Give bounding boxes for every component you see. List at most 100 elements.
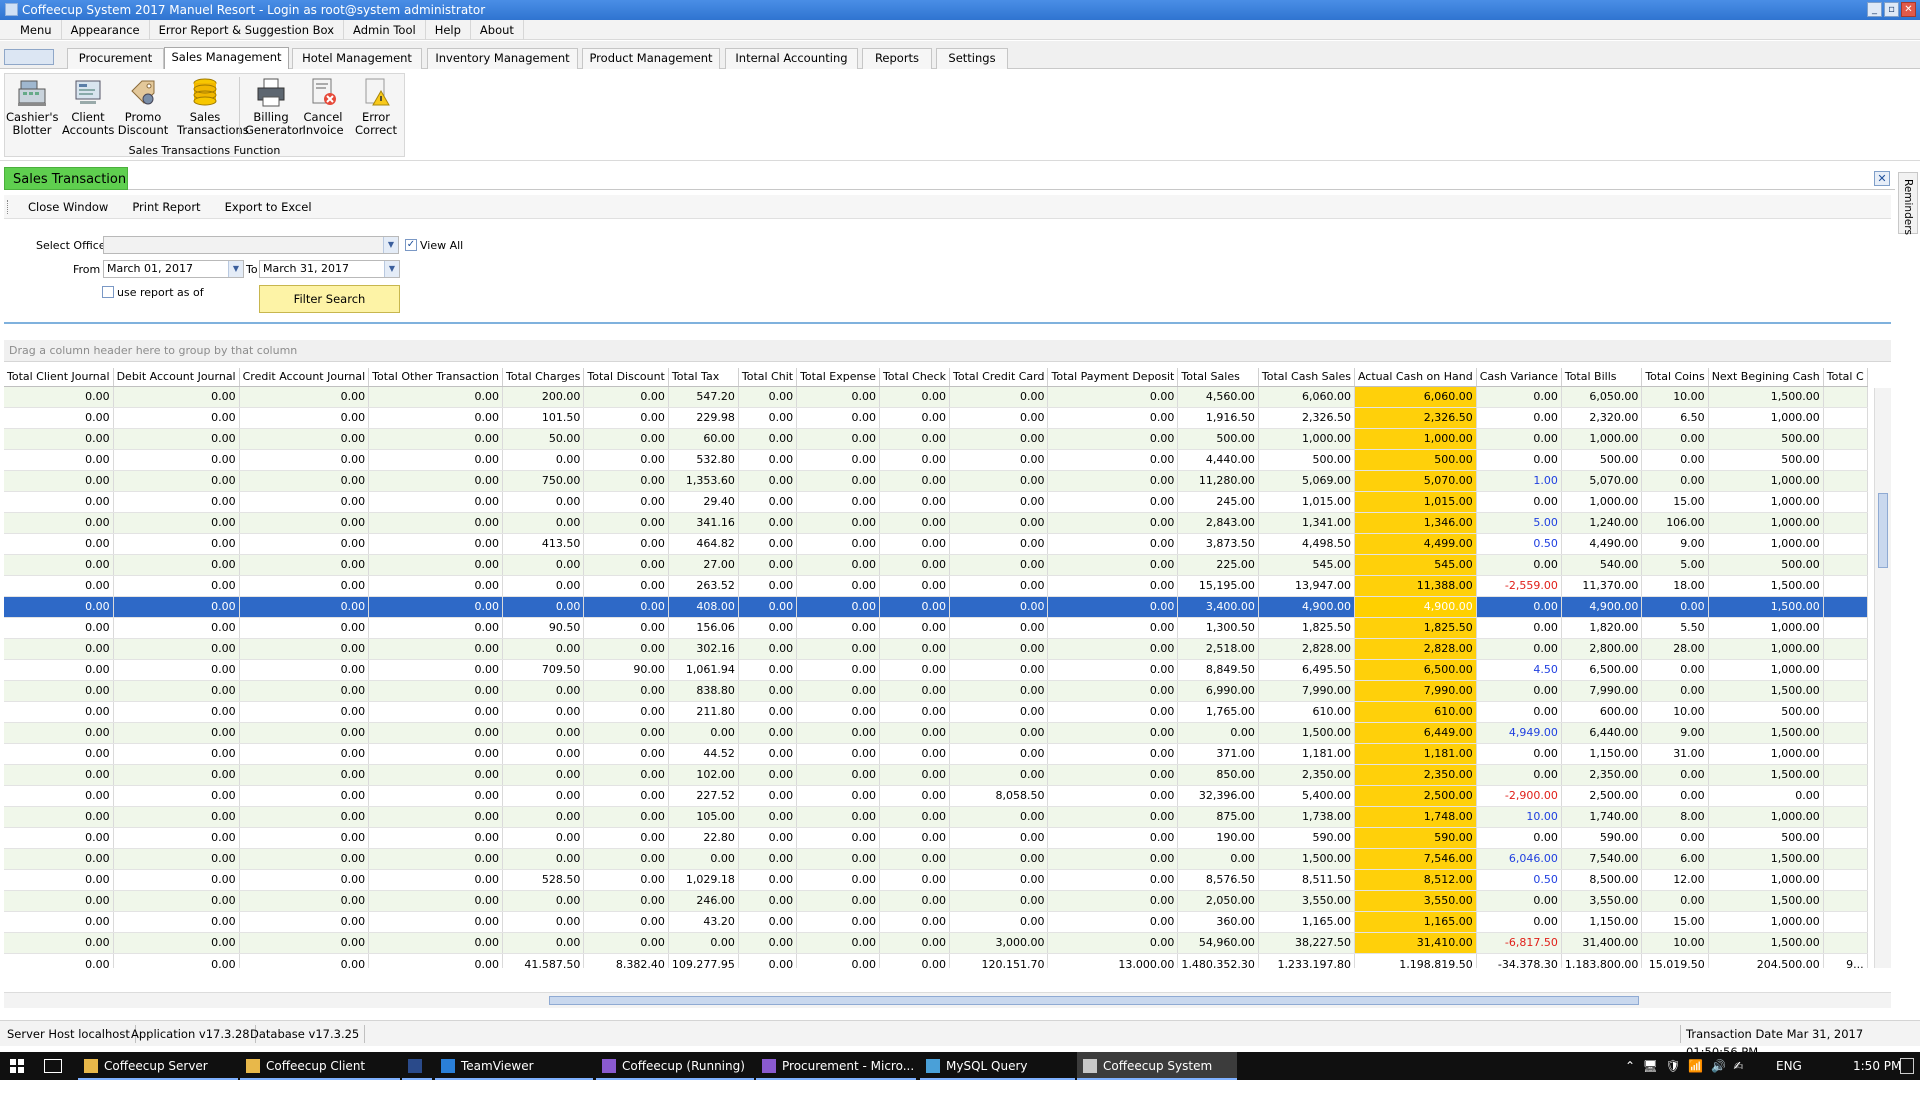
tab-hotel-management[interactable]: Hotel Management	[292, 48, 422, 69]
column-header[interactable]: Total Discount	[583, 368, 669, 387]
error-correct-button[interactable]: Error Correct	[350, 75, 402, 147]
scroll-thumb[interactable]	[1878, 493, 1888, 568]
menu-item-appearance[interactable]: Appearance	[62, 19, 150, 40]
clock[interactable]: 1:50 PM	[1853, 1052, 1901, 1080]
table-row[interactable]: 0.00 0.00 0.00 0.00 413.50 0.00 464.82 0.00 0.00…	[4, 533, 1868, 555]
table-row[interactable]: 0.00 0.00 0.00 0.00 0.00 0.00 408.00 0.00 0.00 0.…	[4, 596, 1868, 618]
taskbar-item[interactable]: MySQL Query Browser	[920, 1052, 1075, 1101]
taskbar-item[interactable]: Coffeecup Client	[240, 1052, 400, 1080]
table-row[interactable]: 0.00 0.00 0.00 0.00 0.00 0.00 302.16 0.00 0.00 0.…	[4, 638, 1868, 660]
tab-reports[interactable]: Reports	[862, 48, 932, 69]
column-header[interactable]: Total Bills	[1561, 368, 1643, 387]
close-pane-icon[interactable]: ✕	[1874, 171, 1890, 186]
taskbar-item[interactable]	[402, 1052, 432, 1080]
tray-icons[interactable]: ⌃ 🖥 🛡 📶 🔊 ✍	[1625, 1052, 1744, 1080]
menu-item-about[interactable]: About	[471, 19, 524, 40]
sales-transaction-tab[interactable]: Sales Transaction	[4, 167, 128, 190]
billing-generator-button[interactable]: Billing Generator	[245, 75, 303, 147]
vertical-scrollbar[interactable]	[1874, 388, 1891, 968]
column-header[interactable]: Total Tax	[668, 368, 739, 387]
to-date-picker[interactable]: March 31, 2017 ▼	[259, 260, 400, 278]
maximize-button[interactable]: ▫	[1884, 2, 1899, 17]
column-header[interactable]: Actual Cash on Hand	[1354, 368, 1477, 387]
chevron-down-icon[interactable]: ▼	[383, 237, 398, 253]
close-window-button[interactable]: ✕	[1901, 2, 1916, 17]
column-header[interactable]: Credit Account Journal	[239, 368, 370, 387]
taskbar-item[interactable]: Coffeecup System 20...	[1077, 1052, 1237, 1101]
sales-transactions-button[interactable]: Sales Transactions	[177, 75, 249, 147]
column-header[interactable]: Total Expense	[796, 368, 880, 387]
scroll-thumb[interactable]	[549, 996, 1639, 1005]
table-row[interactable]: 0.00 0.00 0.00 0.00 750.00 0.00 1,353.60 0.00 0.…	[4, 470, 1868, 492]
table-row[interactable]: 0.00 0.00 0.00 0.00 0.00 0.00 43.20 0.00 0.00 0.0…	[4, 911, 1868, 933]
use-report-checkbox[interactable]	[102, 286, 114, 298]
table-row[interactable]: 0.00 0.00 0.00 0.00 0.00 0.00 838.80 0.00 0.00 0.…	[4, 680, 1868, 702]
table-row[interactable]: 0.00 0.00 0.00 0.00 50.00 0.00 60.00 0.00 0.00 0.…	[4, 428, 1868, 450]
table-row[interactable]: 0.00 0.00 0.00 0.00 101.50 0.00 229.98 0.00 0.00…	[4, 407, 1868, 429]
column-header[interactable]: Next Begining Cash	[1708, 368, 1824, 387]
cashiers-blotter-button[interactable]: Cashier's Blotter	[6, 75, 59, 147]
table-row[interactable]: 0.00 0.00 0.00 0.00 0.00 0.00 341.16 0.00 0.00 0.…	[4, 512, 1868, 534]
column-header[interactable]: Total Other Transaction	[368, 368, 503, 387]
table-row[interactable]: 0.00 0.00 0.00 0.00 709.50 90.00 1,061.94 0.00 0…	[4, 659, 1868, 681]
tab-inventory-management[interactable]: Inventory Management	[427, 48, 578, 69]
print-report-button[interactable]: Print Report	[120, 200, 212, 214]
view-all-checkbox[interactable]	[405, 239, 417, 251]
menu-item-menu[interactable]: Menu	[0, 19, 62, 40]
taskbar-item[interactable]: TeamViewer	[435, 1052, 593, 1080]
promo-discount-button[interactable]: Promo Discount	[117, 75, 169, 147]
column-header[interactable]: Total C	[1823, 368, 1868, 387]
column-header[interactable]: Total Charges	[502, 368, 585, 387]
taskbar-item[interactable]: Coffeecup (Running) ...	[596, 1052, 754, 1101]
column-header[interactable]: Total Cash Sales	[1258, 368, 1355, 387]
tab-sales-management[interactable]: Sales Management	[164, 47, 289, 70]
office-select[interactable]: ▼	[103, 236, 399, 254]
table-row[interactable]: 0.00 0.00 0.00 0.00 0.00 0.00 263.52 0.00 0.00 0.…	[4, 575, 1868, 597]
menu-item-error-report[interactable]: Error Report & Suggestion Box	[150, 19, 345, 40]
table-row[interactable]: 0.00 0.00 0.00 0.00 0.00 0.00 105.00 0.00 0.00 0.…	[4, 806, 1868, 828]
quick-access-toolbar[interactable]	[4, 49, 54, 65]
calendar-dropdown-icon[interactable]: ▼	[384, 261, 399, 277]
table-row[interactable]: 0.00 0.00 0.00 0.00 0.00 0.00 44.52 0.00 0.00 0.0…	[4, 743, 1868, 765]
tab-product-management[interactable]: Product Management	[582, 48, 720, 69]
tab-settings[interactable]: Settings	[936, 48, 1008, 69]
column-header[interactable]: Cash Variance	[1476, 368, 1562, 387]
client-accounts-button[interactable]: Client Accounts	[62, 75, 114, 147]
cancel-invoice-button[interactable]: Cancel Invoice	[297, 75, 349, 147]
notification-icon[interactable]	[1900, 1058, 1914, 1074]
minimize-button[interactable]: _	[1867, 2, 1882, 17]
column-header[interactable]: Total Coins	[1641, 368, 1709, 387]
reminders-panel-tab[interactable]: Reminders	[1898, 172, 1918, 235]
menu-item-help[interactable]: Help	[426, 19, 471, 40]
menu-item-admin-tool[interactable]: Admin Tool	[344, 19, 426, 40]
close-window-button[interactable]: Close Window	[16, 200, 120, 214]
calendar-dropdown-icon[interactable]: ▼	[228, 261, 243, 277]
column-header[interactable]: Total Sales	[1177, 368, 1259, 387]
language-indicator[interactable]: ENG	[1776, 1052, 1802, 1080]
column-header[interactable]: Debit Account Journal	[113, 368, 240, 387]
table-row[interactable]: 0.00 0.00 0.00 0.00 0.00 0.00 246.00 0.00 0.00 0.…	[4, 890, 1868, 912]
table-row[interactable]: 0.00 0.00 0.00 0.00 0.00 0.00 22.80 0.00 0.00 0.0…	[4, 827, 1868, 849]
task-view-icon[interactable]	[44, 1059, 62, 1073]
table-row[interactable]: 0.00 0.00 0.00 0.00 0.00 0.00 29.40 0.00 0.00 0.0…	[4, 491, 1868, 513]
table-row[interactable]: 0.00 0.00 0.00 0.00 90.50 0.00 156.06 0.00 0.00 0…	[4, 617, 1868, 639]
taskbar-item[interactable]: Procurement - Micro...	[756, 1052, 916, 1080]
column-header[interactable]: Total Client Journal	[4, 368, 114, 387]
filter-search-button[interactable]: Filter Search	[259, 285, 400, 313]
table-row[interactable]: 0.00 0.00 0.00 0.00 0.00 0.00 211.80 0.00 0.00 0.…	[4, 701, 1868, 723]
tab-internal-accounting[interactable]: Internal Accounting	[725, 48, 858, 69]
table-row[interactable]: 0.00 0.00 0.00 0.00 0.00 0.00 532.80 0.00 0.00 0.…	[4, 449, 1868, 471]
table-row[interactable]: 0.00 0.00 0.00 0.00 0.00 0.00 27.00 0.00 0.00 0.0…	[4, 554, 1868, 576]
windows-start-icon[interactable]	[10, 1059, 24, 1073]
export-to-excel-button[interactable]: Export to Excel	[213, 200, 324, 214]
table-row[interactable]: 0.00 0.00 0.00 0.00 528.50 0.00 1,029.18 0.00 0.…	[4, 869, 1868, 891]
tab-procurement[interactable]: Procurement	[67, 48, 164, 69]
column-header[interactable]: Total Chit	[738, 368, 798, 387]
column-header[interactable]: Total Credit Card	[949, 368, 1049, 387]
table-row[interactable]: 0.00 0.00 0.00 0.00 0.00 0.00 102.00 0.00 0.00 0.…	[4, 764, 1868, 786]
table-row[interactable]: 0.00 0.00 0.00 0.00 0.00 0.00 0.00 0.00 0.00 0.00…	[4, 722, 1868, 744]
from-date-picker[interactable]: March 01, 2017 ▼	[103, 260, 244, 278]
table-row[interactable]: 0.00 0.00 0.00 0.00 0.00 0.00 227.52 0.00 0.00 0.…	[4, 785, 1868, 807]
column-header[interactable]: Total Check	[879, 368, 950, 387]
table-row[interactable]: 0.00 0.00 0.00 0.00 0.00 0.00 0.00 0.00 0.00 0.00…	[4, 932, 1868, 954]
